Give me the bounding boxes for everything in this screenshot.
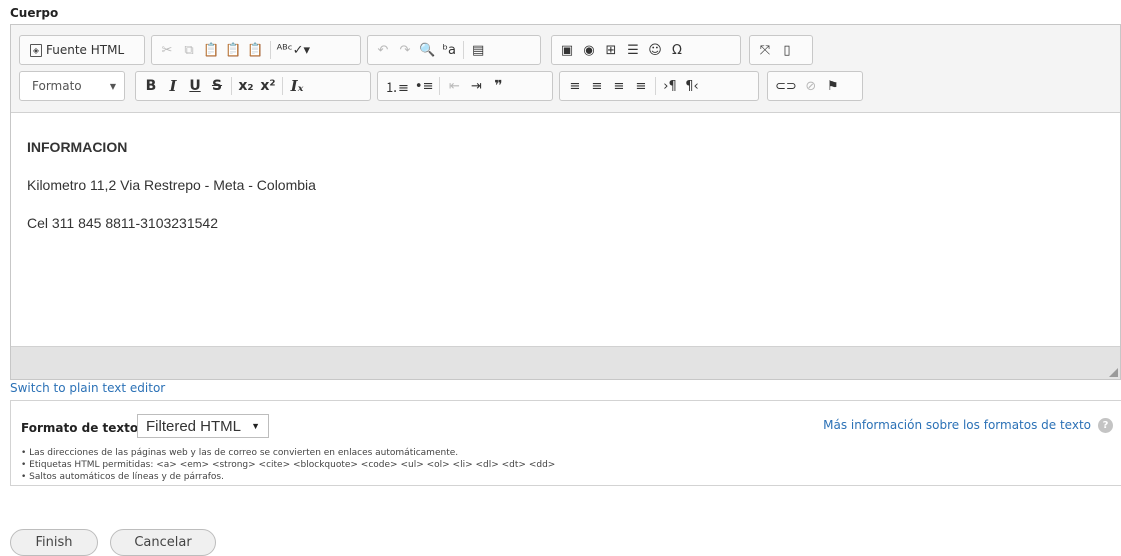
- paste-word-icon[interactable]: 📋: [244, 38, 266, 62]
- content-phone: Cel 311 845 8811-3103231542: [27, 215, 218, 231]
- insert-group: ▣ ◉ ⊞ ☰ ☺ Ω: [551, 35, 741, 65]
- paste-icon[interactable]: 📋: [200, 38, 222, 62]
- align-left-icon[interactable]: ≡: [564, 74, 586, 98]
- clipboard-group: ✂ ⧉ 📋 📋 📋 ᴬᴮᶜ✓▾: [151, 35, 361, 65]
- content-address: Kilometro 11,2 Via Restrepo - Meta - Col…: [27, 177, 316, 193]
- justify-icon[interactable]: ≡: [630, 74, 652, 98]
- horizontal-rule-icon[interactable]: ☰: [622, 38, 644, 62]
- chevron-down-icon: ▼: [109, 81, 116, 91]
- toolbar-separator: [282, 77, 283, 95]
- align-right-icon[interactable]: ≡: [608, 74, 630, 98]
- content-heading: INFORMACION: [27, 139, 128, 155]
- align-center-icon[interactable]: ≡: [586, 74, 608, 98]
- field-label: Cuerpo: [10, 6, 59, 20]
- rtl-icon[interactable]: ¶‹: [681, 74, 703, 98]
- source-doc-icon: ◈: [30, 43, 42, 57]
- toolbar-separator: [463, 41, 465, 59]
- help-icon[interactable]: ?: [1098, 418, 1113, 433]
- rich-text-editor: ◈ Fuente HTML ✂ ⧉ 📋 📋 📋 ᴬᴮᶜ✓▾ ↶ ↷ 🔍 ᵇa ▤ ▣ ◉ ⊞ ☰ ☺ Ω ⤧…: [10, 24, 1121, 380]
- format-tip: Saltos automáticos de líneas y de párraf…: [21, 471, 555, 483]
- more-info-formats-link[interactable]: Más información sobre los formatos de te…: [823, 418, 1091, 432]
- spellcheck-icon[interactable]: ᴬᴮᶜ✓▾: [274, 38, 313, 62]
- editor-toolbar: ◈ Fuente HTML ✂ ⧉ 📋 📋 📋 ᴬᴮᶜ✓▾ ↶ ↷ 🔍 ᵇa ▤ ▣ ◉ ⊞ ☰ ☺ Ω ⤧…: [11, 25, 1120, 113]
- image-icon[interactable]: ▣: [556, 38, 578, 62]
- blockquote-icon[interactable]: ❞: [487, 74, 509, 98]
- cut-icon[interactable]: ✂: [156, 38, 178, 62]
- text-format-value: Filtered HTML: [146, 417, 242, 435]
- ltr-icon[interactable]: ›¶: [659, 74, 681, 98]
- format-tip: Las direcciones de las páginas web y las…: [21, 447, 555, 459]
- source-button-label: Fuente HTML: [46, 43, 125, 57]
- subscript-icon[interactable]: x₂: [235, 74, 257, 98]
- table-icon[interactable]: ⊞: [600, 38, 622, 62]
- replace-icon[interactable]: ᵇa: [438, 38, 460, 62]
- resize-handle-icon[interactable]: [1109, 368, 1118, 377]
- edit-group: ↶ ↷ 🔍 ᵇa ▤: [367, 35, 541, 65]
- numbered-list-icon[interactable]: ⒈≡: [382, 74, 412, 98]
- format-dropdown[interactable]: Formato ▼: [19, 71, 125, 101]
- editor-content-area[interactable]: INFORMACION Kilometro 11,2 Via Restrepo …: [11, 113, 1120, 347]
- copy-icon[interactable]: ⧉: [178, 38, 200, 62]
- unlink-icon[interactable]: ⊘: [800, 74, 822, 98]
- smiley-icon[interactable]: ☺: [644, 38, 666, 62]
- view-group: ⤧ ▯: [749, 35, 813, 65]
- undo-icon[interactable]: ↶: [372, 38, 394, 62]
- finish-button[interactable]: Finish: [10, 529, 98, 556]
- bulleted-list-icon[interactable]: •≡: [412, 74, 437, 98]
- align-group: ≡ ≡ ≡ ≡ ›¶ ¶‹: [559, 71, 759, 101]
- maximize-icon[interactable]: ⤧: [754, 38, 776, 62]
- toolbar-separator: [439, 77, 441, 95]
- find-icon[interactable]: 🔍: [416, 38, 438, 62]
- superscript-icon[interactable]: x²: [257, 74, 279, 98]
- cancel-button[interactable]: Cancelar: [110, 529, 216, 556]
- italic-icon[interactable]: I: [162, 74, 184, 98]
- text-format-label: Formato de texto: [21, 421, 139, 435]
- anchor-flag-icon[interactable]: ⚑: [822, 74, 844, 98]
- flash-icon[interactable]: ◉: [578, 38, 600, 62]
- bold-icon[interactable]: B: [140, 74, 162, 98]
- editor-status-bar: [11, 346, 1120, 379]
- show-blocks-icon[interactable]: ▯: [776, 38, 798, 62]
- chevron-down-icon: ▼: [251, 421, 260, 431]
- strike-icon[interactable]: S: [206, 74, 228, 98]
- toolbar-separator: [231, 77, 232, 95]
- format-dropdown-label: Formato: [32, 79, 82, 93]
- text-format-section: Formato de texto Filtered HTML ▼ Más inf…: [10, 400, 1121, 486]
- select-all-icon[interactable]: ▤: [467, 38, 489, 62]
- basic-styles-group: B I U Sx₂ x² Iₓ: [135, 71, 371, 101]
- format-tips-list: Las direcciones de las páginas web y las…: [21, 447, 555, 483]
- format-tip: Etiquetas HTML permitidas: <a> <em> <str…: [21, 459, 555, 471]
- underline-icon[interactable]: U: [184, 74, 206, 98]
- toolbar-separator: [269, 41, 271, 59]
- toolbar-separator: [655, 77, 656, 95]
- remove-format-icon[interactable]: Iₓ: [286, 74, 308, 98]
- special-char-icon[interactable]: Ω: [666, 38, 688, 62]
- indent-icon[interactable]: ⇥: [465, 74, 487, 98]
- source-group: ◈ Fuente HTML: [19, 35, 145, 65]
- text-format-select[interactable]: Filtered HTML ▼: [137, 414, 269, 438]
- paragraph-group: ⒈≡ •≡ ⇤ ⇥ ❞: [377, 71, 553, 101]
- link-icon[interactable]: ⊂⊃: [772, 74, 800, 98]
- redo-icon[interactable]: ↷: [394, 38, 416, 62]
- outdent-icon[interactable]: ⇤: [443, 74, 465, 98]
- links-group: ⊂⊃ ⊘ ⚑: [767, 71, 863, 101]
- paste-text-icon[interactable]: 📋: [222, 38, 244, 62]
- source-button[interactable]: ◈ Fuente HTML: [24, 38, 130, 62]
- switch-plain-text-link[interactable]: Switch to plain text editor: [10, 381, 165, 395]
